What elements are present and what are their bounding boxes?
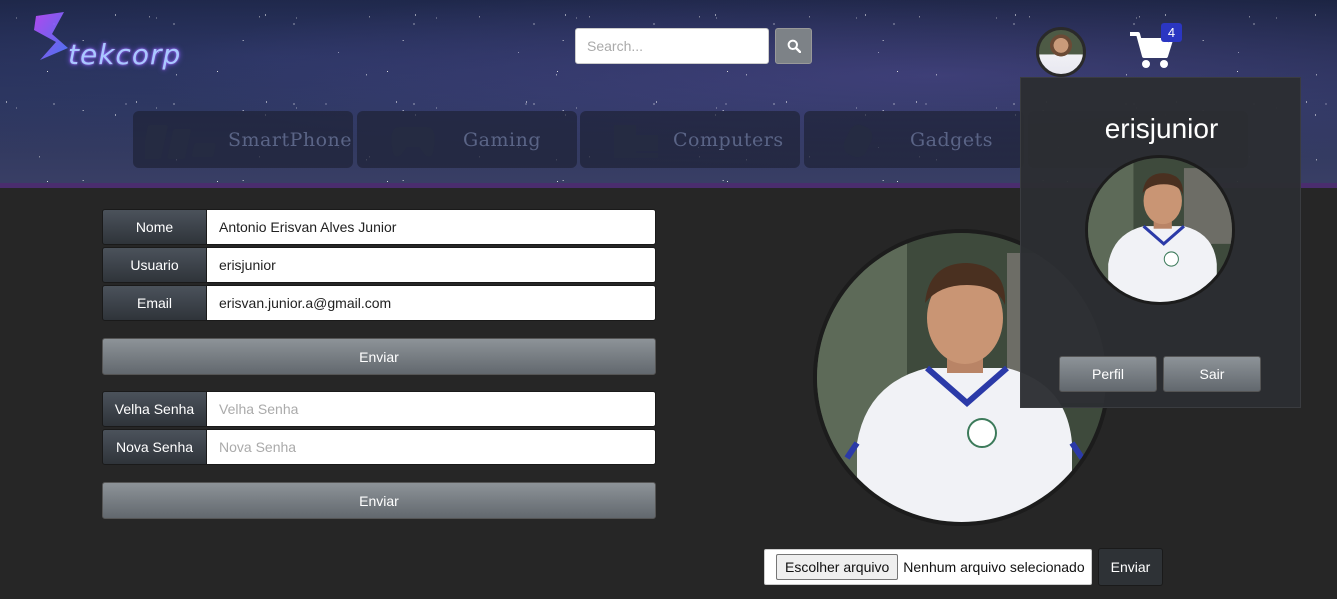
dropdown-avatar <box>1085 155 1235 305</box>
nav-item-computers[interactable]: Computers <box>580 111 800 168</box>
logout-button[interactable]: Sair <box>1163 356 1261 392</box>
password-submit-button[interactable]: Enviar <box>102 482 656 519</box>
photo-submit-button[interactable]: Enviar <box>1098 548 1163 586</box>
new-password-row: Nova Senha <box>102 429 656 465</box>
nav-label-smartphone: SmartPhone <box>228 128 353 151</box>
nome-input[interactable] <box>207 209 656 245</box>
dropdown-username: erisjunior <box>1104 113 1219 144</box>
choose-file-button[interactable]: Escolher arquivo <box>776 554 899 580</box>
site-logo[interactable]: tekcorp <box>30 8 210 78</box>
logo-text: tekcorp <box>68 38 182 71</box>
search-input[interactable] <box>575 28 769 64</box>
email-label: Email <box>102 285 207 321</box>
dropdown-avatar-image <box>1088 158 1232 302</box>
file-input: Escolher arquivo Nenhum arquivo selecion… <box>764 549 1092 585</box>
email-input[interactable] <box>207 285 656 321</box>
nav-item-gadgets[interactable]: Gadgets <box>804 111 1024 168</box>
smartwatch-icon <box>843 124 873 158</box>
old-password-label: Velha Senha <box>102 391 207 427</box>
usuario-row: Usuario <box>102 247 656 283</box>
smartphones-icon <box>145 125 216 159</box>
computer-icon <box>614 125 658 158</box>
cart-count-badge: 4 <box>1161 23 1182 42</box>
nav-label-gadgets: Gadgets <box>910 128 993 151</box>
old-password-input[interactable] <box>207 391 656 427</box>
nav-label-computers: Computers <box>673 128 784 151</box>
usuario-label: Usuario <box>102 247 207 283</box>
nav-item-gaming[interactable]: Gaming <box>357 111 577 168</box>
nome-row: Nome <box>102 209 656 245</box>
email-row: Email <box>102 285 656 321</box>
new-password-input[interactable] <box>207 429 656 465</box>
nav-label-gaming: Gaming <box>463 128 541 151</box>
new-password-label: Nova Senha <box>102 429 207 465</box>
file-status-text: Nenhum arquivo selecionado <box>903 559 1085 575</box>
usuario-input[interactable] <box>207 247 656 283</box>
user-avatar-button[interactable] <box>1036 27 1086 77</box>
nav-item-smartphone[interactable]: SmartPhone <box>133 111 353 168</box>
profile-button[interactable]: Perfil <box>1059 356 1157 392</box>
profile-submit-button[interactable]: Enviar <box>102 338 656 375</box>
nome-label: Nome <box>102 209 207 245</box>
old-password-row: Velha Senha <box>102 391 656 427</box>
search-icon <box>787 39 801 53</box>
gamepad-icon <box>391 127 435 157</box>
search-button[interactable] <box>775 28 812 64</box>
